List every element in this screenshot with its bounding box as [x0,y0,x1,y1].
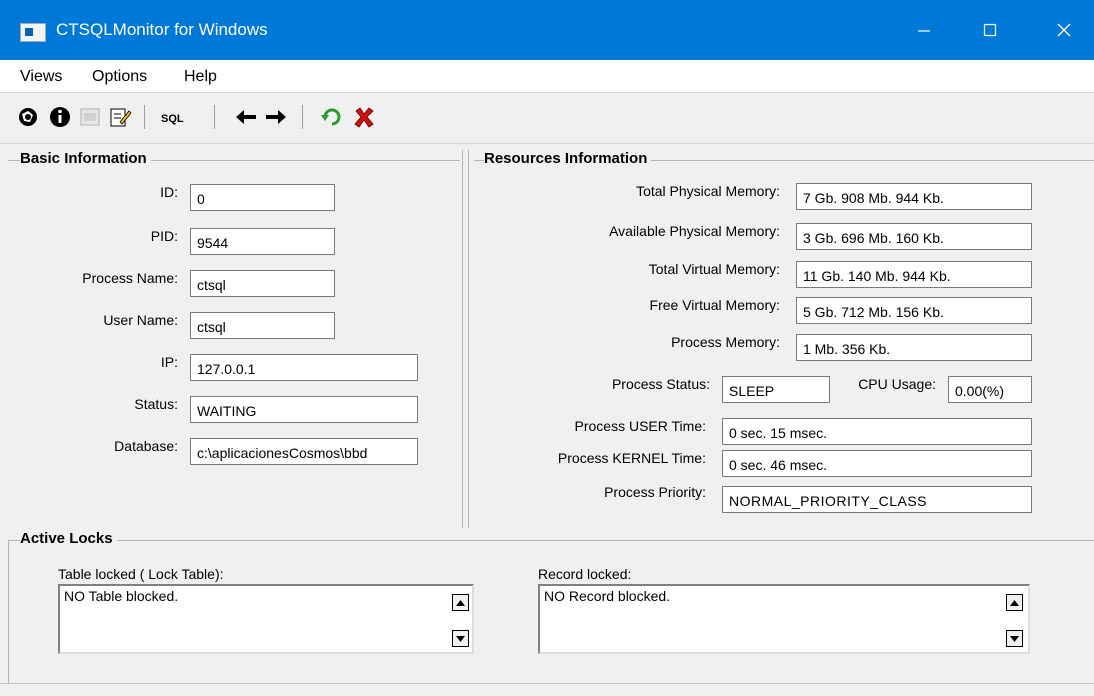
toolbar-separator [144,105,145,129]
menu-help[interactable]: Help [184,68,217,86]
status-label: Status: [134,396,178,412]
process-name-label: Process Name: [82,270,178,286]
connect-button[interactable] [14,103,42,131]
back-button[interactable] [232,103,260,131]
record-scroll-down-button[interactable] [1006,630,1023,647]
scroll-up-icon [456,599,465,606]
group-divider [468,150,469,528]
ip-label: IP: [160,354,178,370]
process-kernel-time-field[interactable]: 0 sec. 46 msec. [722,450,1032,477]
app-window: CTSQLMonitor for Windows Views Options H… [0,0,1094,695]
edit-button[interactable] [106,103,134,131]
process-status-label: Process Status: [611,376,710,392]
connect-icon [19,108,37,126]
free-virtual-memory-field[interactable]: 5 Gb. 712 Mb. 156 Kb. [796,297,1032,324]
kill-icon [354,107,374,128]
back-arrow-icon [236,110,256,124]
edit-icon [110,108,132,127]
title-bar[interactable]: CTSQLMonitor for Windows [0,0,1094,60]
info-icon [50,107,70,127]
forward-button[interactable] [262,103,290,131]
available-physical-memory-label: Available Physical Memory: [609,223,780,239]
forward-arrow-icon [266,110,286,124]
scroll-down-icon [456,635,465,642]
info-button[interactable] [46,103,74,131]
minimize-button[interactable] [894,8,954,52]
sql-icon: SQL [161,113,184,125]
scroll-down-icon [1010,635,1019,642]
status-field[interactable]: WAITING [190,396,418,423]
process-kernel-time-label: Process KERNEL Time: [557,450,706,466]
ip-field[interactable]: 127.0.0.1 [190,354,418,381]
resources-info-title: Resources Information [484,150,652,167]
available-physical-memory-field[interactable]: 3 Gb. 696 Mb. 160 Kb. [796,223,1032,250]
status-bar [0,683,1094,696]
record-locked-text: NO Record blocked. [544,588,671,604]
table-locked-list[interactable]: NO Table blocked. [58,584,474,654]
table-scroll-up-button[interactable] [452,594,469,611]
app-icon[interactable] [20,23,46,42]
pid-field[interactable]: 9544 [190,228,335,255]
scroll-up-icon [1010,599,1019,606]
close-button[interactable] [1034,8,1094,52]
cpu-usage-label: CPU Usage: [858,376,936,392]
total-physical-memory-field[interactable]: 7 Gb. 908 Mb. 944 Kb. [796,183,1032,210]
maximize-icon [983,23,997,37]
menu-options[interactable]: Options [92,68,147,86]
table-locked-label: Table locked ( Lock Table): [58,566,224,582]
process-priority-label: Process Priority: [604,484,706,500]
record-scroll-up-button[interactable] [1006,594,1023,611]
sql-button[interactable]: SQL [160,103,188,131]
free-virtual-memory-label: Free Virtual Memory: [649,297,780,313]
toolbar-separator [302,105,303,129]
group-divider [462,150,463,528]
total-virtual-memory-label: Total Virtual Memory: [648,261,780,277]
refresh-icon [321,108,341,126]
user-name-label: User Name: [103,312,178,328]
window-title: CTSQLMonitor for Windows [56,20,268,39]
user-name-field[interactable]: ctsql [190,312,335,339]
close-icon [1057,23,1071,37]
toolbar-separator [214,105,215,129]
disabled-button[interactable] [76,103,104,131]
locks-group-left-border [8,540,9,683]
active-locks-title: Active Locks [20,530,117,547]
record-locked-list[interactable]: NO Record blocked. [538,584,1030,654]
menu-bar: Views Options Help [0,60,1094,92]
database-field[interactable]: c:\aplicacionesCosmos\bbd [190,438,418,465]
minimize-icon [918,30,930,32]
kill-button[interactable] [350,103,378,131]
process-user-time-field[interactable]: 0 sec. 15 msec. [722,418,1032,445]
disabled-icon [80,108,100,126]
record-locked-label: Record locked: [538,566,632,582]
maximize-button[interactable] [960,8,1020,52]
refresh-button[interactable] [318,103,346,131]
process-memory-field[interactable]: 1 Mb. 356 Kb. [796,334,1032,361]
id-field[interactable]: 0 [190,184,335,211]
process-name-field[interactable]: ctsql [190,270,335,297]
total-physical-memory-label: Total Physical Memory: [636,183,780,199]
process-memory-label: Process Memory: [671,334,780,350]
cpu-usage-field[interactable]: 0.00(%) [948,376,1032,403]
menu-views[interactable]: Views [20,68,62,86]
process-priority-field[interactable]: NORMAL_PRIORITY_CLASS [722,486,1032,513]
table-scroll-down-button[interactable] [452,630,469,647]
database-label: Database: [114,438,178,454]
locks-group-border [8,540,1094,541]
basic-info-title: Basic Information [20,150,151,167]
toolbar: SQL [0,92,1094,144]
id-label: ID: [160,184,178,200]
total-virtual-memory-field[interactable]: 11 Gb. 140 Mb. 944 Kb. [796,261,1032,288]
pid-label: PID: [150,228,178,244]
table-locked-text: NO Table blocked. [64,588,179,604]
process-status-field[interactable]: SLEEP [722,376,830,403]
svg-text:SQL: SQL [161,113,184,125]
process-user-time-label: Process USER Time: [574,418,706,434]
